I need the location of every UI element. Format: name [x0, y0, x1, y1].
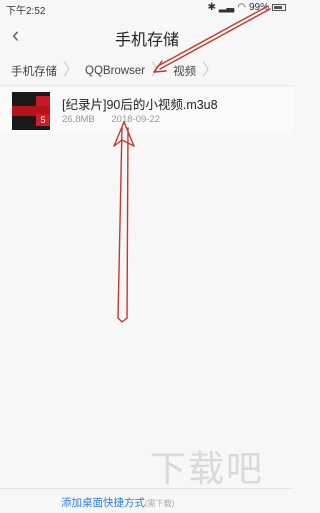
- chevron-right-icon: 〉: [202, 62, 219, 79]
- breadcrumb: 手机存储 〉 QQBrowser 〉 视频 〉: [0, 58, 294, 84]
- breadcrumb-item-video[interactable]: 视频: [170, 63, 199, 79]
- signal-icon: ▂▃: [218, 2, 235, 13]
- bluetooth-icon: ✱: [207, 2, 216, 13]
- title-bar: ‹ 手机存储: [0, 16, 294, 56]
- battery-percent: 99%: [248, 2, 269, 13]
- annotation-arrow-vertical: [113, 121, 135, 323]
- breadcrumb-item-storage[interactable]: 手机存储: [8, 63, 60, 79]
- add-shortcut-link[interactable]: 添加桌面快捷方式(需下载): [61, 495, 174, 510]
- watermark-logo: 下载吧: [150, 448, 265, 489]
- wifi-icon: ◠: [237, 2, 246, 13]
- breadcrumb-item-qqbrowser[interactable]: QQBrowser: [82, 65, 148, 77]
- status-time: 下午2:52: [6, 6, 46, 17]
- thumbnail-text: 5: [36, 114, 50, 126]
- status-icons: ✱ ▂▃ ◠ 99%: [207, 2, 286, 13]
- battery-icon: [272, 4, 286, 11]
- chevron-right-icon: 〉: [151, 62, 168, 79]
- file-size: 26.8MB: [62, 114, 95, 125]
- divider: [0, 85, 294, 86]
- file-list-item[interactable]: 5 [纪录片]90后的小视频.m3u8 26.8MB 2018-09-22: [0, 88, 294, 134]
- chevron-right-icon: 〉: [63, 62, 80, 79]
- file-date: 2018-09-22: [111, 114, 160, 125]
- bottom-bar: 添加桌面快捷方式(需下载): [0, 488, 294, 513]
- file-meta: 26.8MB 2018-09-22: [62, 114, 160, 125]
- video-thumbnail: 5: [12, 92, 50, 130]
- page-title: 手机存储: [114, 32, 179, 49]
- status-bar: 下午2:52 ✱ ▂▃ ◠ 99%: [0, 0, 294, 17]
- file-name: [纪录片]90后的小视频.m3u8: [62, 98, 218, 112]
